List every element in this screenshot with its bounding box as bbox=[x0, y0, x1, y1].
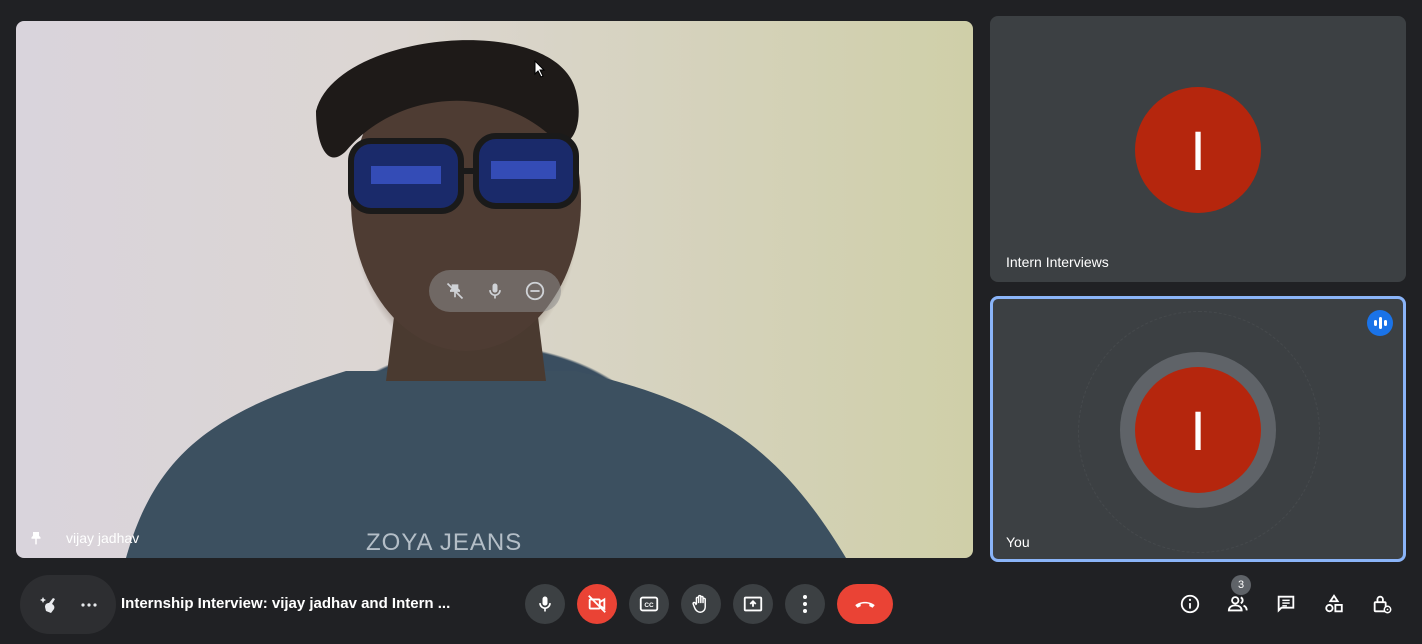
end-call-icon bbox=[855, 601, 875, 608]
raise-hand-icon bbox=[692, 594, 706, 613]
sparkle-hand-icon bbox=[40, 596, 55, 613]
shirt-text: ZOYA JEANS bbox=[366, 529, 523, 556]
mute-participant-button[interactable] bbox=[481, 277, 509, 305]
activities-button[interactable] bbox=[1314, 584, 1354, 624]
more-options-button[interactable] bbox=[785, 584, 825, 624]
participant-tile-intern-interviews[interactable]: I Intern Interviews bbox=[990, 16, 1406, 282]
remove-circle-icon bbox=[525, 281, 545, 301]
people-count-badge: 3 bbox=[1231, 575, 1251, 595]
avatar: I bbox=[1135, 367, 1261, 493]
avatar: I bbox=[1135, 87, 1261, 213]
activities-icon bbox=[1325, 594, 1343, 613]
main-video-tile[interactable]: ZOYA JEANS vijay jadhav bbox=[16, 21, 973, 558]
tile-hover-controls bbox=[429, 270, 561, 312]
chat-icon bbox=[1277, 595, 1295, 613]
meeting-details-button[interactable] bbox=[1170, 584, 1210, 624]
present-icon bbox=[743, 596, 763, 612]
tile-name: You bbox=[1006, 534, 1030, 550]
speaking-indicator-icon bbox=[1367, 310, 1393, 336]
unpin-button[interactable] bbox=[441, 277, 469, 305]
info-icon bbox=[1180, 594, 1200, 614]
call-controls: CC bbox=[525, 584, 893, 624]
participant-name: vijay jadhav bbox=[66, 530, 140, 546]
host-controls-icon bbox=[1373, 595, 1392, 614]
main-tile-name-label: vijay jadhav bbox=[26, 528, 139, 548]
raise-hand-button[interactable] bbox=[681, 584, 721, 624]
bottom-toolbar: Internship Interview: vijay jadhav and I… bbox=[0, 566, 1422, 644]
chat-button[interactable] bbox=[1266, 584, 1306, 624]
camera-off-icon bbox=[588, 595, 606, 613]
mic-icon bbox=[539, 596, 551, 612]
people-button[interactable]: 3 bbox=[1218, 575, 1258, 624]
tile-name: Intern Interviews bbox=[1006, 254, 1109, 270]
host-controls-button[interactable] bbox=[1362, 584, 1402, 624]
more-vert-icon bbox=[803, 595, 807, 613]
mic-icon bbox=[489, 283, 501, 299]
svg-text:CC: CC bbox=[644, 602, 654, 609]
camera-button[interactable] bbox=[577, 584, 617, 624]
remove-participant-button[interactable] bbox=[521, 277, 549, 305]
captions-icon: CC bbox=[639, 596, 659, 612]
companion-pill[interactable] bbox=[20, 575, 116, 634]
mouse-cursor-icon bbox=[534, 60, 546, 78]
people-icon bbox=[1227, 596, 1248, 612]
participant-tile-you[interactable]: I You bbox=[990, 296, 1406, 562]
meeting-title: Internship Interview: vijay jadhav and I… bbox=[121, 595, 451, 612]
present-screen-button[interactable] bbox=[733, 584, 773, 624]
captions-button[interactable]: CC bbox=[629, 584, 669, 624]
pin-icon bbox=[26, 528, 46, 548]
more-dots-icon bbox=[81, 602, 97, 607]
side-panel-controls: 3 bbox=[1170, 575, 1402, 624]
pin-off-icon bbox=[446, 282, 464, 300]
microphone-button[interactable] bbox=[525, 584, 565, 624]
leave-call-button[interactable] bbox=[837, 584, 893, 624]
